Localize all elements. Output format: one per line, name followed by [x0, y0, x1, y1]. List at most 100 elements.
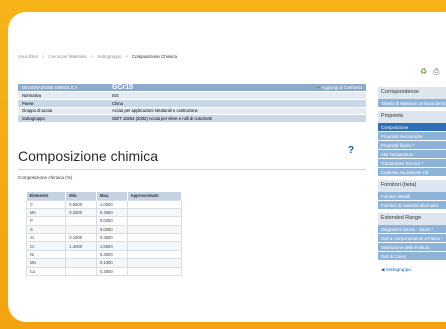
property-key: Sottogruppo	[18, 114, 108, 123]
recycle-icon[interactable]: ♻	[420, 67, 427, 76]
table-cell	[126, 266, 183, 277]
table-cell	[126, 233, 183, 243]
property-value: Acciai per applicazioni strutturali e co…	[108, 107, 366, 116]
table-cell: 0.1000	[95, 258, 128, 268]
table-cell: P	[25, 216, 67, 226]
sidebar-section-title: Corrispondenze	[378, 87, 446, 99]
column-header: Approssimato	[127, 192, 183, 200]
sidebar-item[interactable]: Composizione	[378, 123, 446, 132]
table-cell: C	[25, 199, 67, 209]
table-row: Ni 0.3000	[25, 249, 183, 260]
add-icon: +	[317, 85, 320, 91]
property-key: Normativa	[18, 91, 108, 100]
table-cell: 0.1500	[65, 233, 97, 243]
back-link[interactable]: ◀ Sottogruppo	[378, 267, 446, 273]
sidebar-section-title: Fornitori (beta)	[378, 180, 446, 192]
table-cell: 0.2500	[95, 266, 128, 277]
sidebar-section-title: Proprietà	[378, 111, 446, 123]
column-header: Elemento	[26, 192, 67, 200]
property-key: Gruppo di acciai	[18, 107, 108, 116]
table-cell	[126, 258, 183, 268]
table-cell: Cr	[25, 241, 67, 251]
table-cell	[126, 207, 183, 218]
table-row: Si 0.1500 0.3500	[25, 233, 183, 243]
composition-body: C 0.9500 1.0500 Mn 0.2500 0.4500 P 0.0250 S 0.025…	[25, 199, 183, 277]
table-cell	[126, 224, 183, 235]
properties-header-row: DESIGNAZIONE SIMBOLICA GCr15 + Aggiungi a…	[18, 84, 366, 93]
add-compare-link[interactable]: + Aggiungi al Confronto	[199, 84, 366, 93]
table-row: Mo 0.1000	[25, 258, 183, 268]
breadcrumb-item[interactable]: Vous Êtes	[18, 54, 38, 59]
table-row: Cu 0.2500	[25, 266, 183, 277]
designation-label: DESIGNAZIONE SIMBOLICA	[18, 84, 108, 93]
property-value: ISS	[108, 91, 366, 100]
property-row: Normativa ISS	[18, 91, 366, 100]
composition-header-row: Elemento Min. Max. Approssimato	[26, 192, 183, 200]
table-row: Mn 0.2500 0.4500	[25, 207, 183, 218]
breadcrumb-separator-icon: >	[125, 54, 129, 59]
sidebar-item[interactable]: Proprietà meccaniche	[378, 132, 446, 141]
sidebar-item[interactable]: Proprietà fisiche *	[378, 141, 446, 150]
table-cell	[126, 249, 183, 260]
table-cell: 1.6500	[95, 241, 128, 251]
breadcrumb-separator-icon: >	[90, 54, 94, 59]
print-icon[interactable]: ⎙	[433, 67, 439, 76]
property-row: Gruppo di acciai Acciai per applicazioni…	[18, 107, 366, 116]
breadcrumb-separator-icon: >	[41, 54, 45, 59]
sidebar-item[interactable]: Alte Temperature	[378, 150, 446, 159]
page-title: Composizione chimica	[18, 148, 159, 164]
column-header: Max.	[96, 192, 128, 200]
table-cell: S	[25, 224, 67, 235]
sidebar-item[interactable]: Diagrammi Stress - Strain *	[378, 225, 446, 234]
breadcrumb-current: Composizione Chimica	[132, 54, 177, 59]
divider	[18, 169, 366, 170]
table-cell: 0.2500	[65, 207, 97, 218]
table-cell: Mo	[25, 258, 67, 268]
sidebar-item[interactable]: Dati a comportamento a Fatica *	[378, 234, 446, 243]
sidebar-item[interactable]: Trattamento Termico *	[378, 159, 446, 168]
sidebar-item[interactable]: Fornitori Metalli	[378, 192, 446, 201]
table-cell: 1.4000	[65, 241, 97, 251]
sidebar-item[interactable]: Fornitori di materiali alternativi	[378, 201, 446, 210]
top-tools: ♻ ⎙	[420, 67, 440, 77]
table-cell: Ni	[25, 249, 67, 260]
table-cell	[65, 258, 97, 268]
breadcrumb-item[interactable]: Cerca per Materiale	[48, 54, 87, 59]
sidebar: Corrispondenze Tabella di Materiali corri…	[378, 84, 446, 273]
composition-table: Elemento Min. Max. Approssimato C 0.9500 1…	[25, 192, 183, 277]
table-cell: 0.0250	[95, 224, 128, 235]
breadcrumb: Vous Êtes > Cerca per Materiale > Sottogrupp…	[18, 54, 177, 59]
table-cell: Mn	[25, 207, 67, 218]
properties-table: DESIGNAZIONE SIMBOLICA GCr15 + Aggiungi a…	[18, 84, 366, 123]
table-cell	[126, 241, 183, 251]
sidebar-item[interactable]: Valutazione della Frattura	[378, 243, 446, 252]
table-cell	[65, 249, 97, 260]
sidebar-section-title: Extended Range	[378, 213, 446, 225]
back-link-label: Sottogruppo	[385, 267, 411, 272]
breadcrumb-item[interactable]: Sottogruppo	[98, 54, 122, 59]
property-row: Paese China	[18, 99, 366, 108]
table-cell: 0.3000	[95, 249, 128, 260]
designation-value: GCr15	[108, 84, 200, 93]
property-key: Paese	[18, 99, 108, 108]
help-icon[interactable]: ?	[348, 145, 354, 156]
sidebar-item[interactable]: Dati di Creep	[378, 252, 446, 261]
section-title: Composizione chimica (%)	[18, 175, 73, 180]
column-header: Min.	[65, 192, 97, 200]
table-cell: 0.0250	[95, 216, 128, 226]
table-cell	[65, 224, 97, 235]
table-cell	[126, 216, 183, 226]
table-row: P 0.0250	[25, 216, 183, 226]
table-row: C 0.9500 1.0500	[25, 199, 183, 209]
property-value: China	[108, 99, 366, 108]
sidebar-item[interactable]: Tabella di Materiali corrispondenti	[378, 99, 446, 108]
table-cell	[126, 199, 183, 209]
table-row: S 0.0250	[25, 224, 183, 235]
content-card: Vous Êtes > Cerca per Materiale > Sottogrupp…	[8, 12, 446, 322]
property-row: Sottogruppo GB/T 18254 (2002) Acciai per…	[18, 114, 366, 123]
table-cell: 0.3500	[95, 233, 128, 243]
table-row: Cr 1.4000 1.6500	[25, 241, 183, 251]
table-cell: Cu	[25, 266, 67, 277]
sidebar-item[interactable]: Carbonio equivalente CE	[378, 168, 446, 177]
table-cell	[65, 216, 97, 226]
